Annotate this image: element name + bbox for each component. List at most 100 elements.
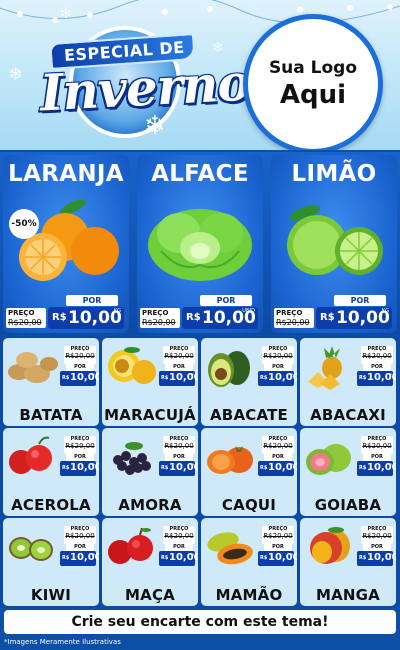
product-card-mamao: PREÇO R$20,00 POR R$ 10,00 KG MAMÃO: [201, 518, 297, 606]
price-tag: POR PREÇO R$20,00 R$ 10,00 KG: [274, 295, 394, 329]
avocado-icon: [208, 351, 250, 387]
unit: KG: [189, 552, 194, 556]
logo-line-2: Aqui: [279, 80, 347, 110]
price-tag: PREÇO R$20,00 POR R$ 10,00 KG: [60, 526, 99, 566]
product-card-manga: PREÇO R$20,00 POR R$ 10,00 KG MANGA: [300, 518, 396, 606]
new-price-box: R$ 10,00 KG: [48, 307, 124, 329]
old-price-box: PREÇO R$20,00: [163, 436, 195, 454]
products-grid: PREÇO R$20,00 POR R$ 10,00 KG BATATA PRE…: [0, 336, 400, 608]
product-card-amora: PREÇO R$20,00 POR R$ 10,00 KG AMORA: [102, 428, 198, 516]
product-card-batata: PREÇO R$20,00 POR R$ 10,00 KG BATATA: [3, 338, 99, 426]
price-tag: PREÇO R$20,00 POR R$ 10,00 KG: [159, 526, 198, 566]
currency: R$: [320, 312, 335, 323]
por-label: POR: [66, 453, 94, 461]
currency: R$: [359, 375, 367, 381]
new-price-box: R$ 10,00 KG: [159, 461, 198, 476]
logo-line-1: Sua Logo: [268, 58, 358, 78]
product-name: LARANJA: [8, 161, 124, 187]
currency: R$: [52, 312, 67, 323]
new-price-box: R$ 10,00 KG: [258, 371, 297, 386]
por-label: POR: [363, 363, 391, 371]
old-price: R$20,00: [164, 352, 194, 360]
currency: R$: [62, 555, 70, 561]
product-card-maca: PREÇO R$20,00 POR R$ 10,00 KG MAÇA: [102, 518, 198, 606]
old-price-box: PREÇO R$20,00: [64, 346, 96, 364]
old-price: R$20,00: [142, 318, 176, 327]
unit: KG: [387, 552, 392, 556]
product-name: MAÇA: [125, 586, 175, 604]
por-label: POR: [363, 543, 391, 551]
old-price-box: PREÇO R$20,00: [64, 526, 96, 544]
old-price-box: PREÇO R$20,00: [6, 308, 46, 328]
preco-label: PREÇO: [276, 309, 303, 317]
unit: KG: [90, 372, 95, 376]
por-label: POR: [334, 295, 386, 306]
persimmon-icon: [207, 446, 253, 474]
currency: R$: [161, 555, 169, 561]
product-name: ACEROLA: [11, 496, 91, 514]
acerola-icon: [9, 436, 52, 474]
por-label: POR: [66, 363, 94, 371]
apple-icon: [108, 527, 153, 564]
old-price: R$20,00: [263, 532, 293, 540]
old-price: R$20,00: [164, 532, 194, 540]
featured-card-limao: LIMÃO POR PREÇO R$20,00 R$ 10,00 KG: [271, 155, 397, 333]
new-price-box: R$ 10,00 KG: [316, 307, 392, 329]
price-tag: PREÇO R$20,00 POR R$ 10,00 KG: [258, 436, 297, 476]
unit: KG: [288, 462, 293, 466]
unit: KG: [189, 462, 194, 466]
unit: KG: [189, 372, 194, 376]
product-name: ALFACE: [151, 161, 249, 187]
featured-card-alface: ALFACE POR PREÇO R$20,00 R$ 10,00 UNID: [137, 155, 263, 333]
lettuce-icon: [148, 209, 252, 281]
price-tag: PREÇO R$20,00 POR R$ 10,00 KG: [60, 346, 99, 386]
old-price-box: PREÇO R$20,00: [361, 346, 393, 364]
old-price: R$20,00: [362, 442, 392, 450]
product-name: MANGA: [315, 586, 380, 604]
price-tag: PREÇO R$20,00 POR R$ 10,00 KG: [357, 526, 396, 566]
unit: KG: [288, 372, 293, 376]
winter-title-badge: ❄ ESPECIAL DE Inverno: [12, 14, 251, 140]
mango-icon: [310, 527, 350, 564]
por-label: POR: [200, 295, 252, 306]
por-label: POR: [66, 295, 118, 306]
old-price-box: PREÇO R$20,00: [64, 436, 96, 454]
new-price-box: R$ 10,00 KG: [357, 371, 396, 386]
price-tag: PREÇO R$20,00 POR R$ 10,00 KG: [357, 436, 396, 476]
unit: KG: [387, 372, 392, 376]
guava-icon: [306, 444, 351, 475]
orange-icon: [19, 199, 119, 281]
old-price-box: PREÇO R$20,00: [262, 346, 294, 364]
featured-section: LARANJA -50% POR PREÇO R$20,00 R$ 10,00 …: [0, 152, 400, 335]
price-tag: PREÇO R$20,00 POR R$ 10,00 KG: [159, 436, 198, 476]
unit: KG: [90, 552, 95, 556]
product-card-goiaba: PREÇO R$20,00 POR R$ 10,00 KG GOIABA: [300, 428, 396, 516]
currency: R$: [260, 375, 268, 381]
currency: R$: [186, 312, 201, 323]
old-price-box: PREÇO R$20,00: [361, 526, 393, 544]
product-name: ABACATE: [210, 406, 288, 424]
currency: R$: [359, 555, 367, 561]
product-card-kiwi: PREÇO R$20,00 POR R$ 10,00 KG KIWI: [3, 518, 99, 606]
por-label: POR: [66, 543, 94, 551]
price-tag: PREÇO R$20,00 POR R$ 10,00 KG: [258, 346, 297, 386]
currency: R$: [62, 375, 70, 381]
title-main: Inverno: [38, 52, 252, 123]
old-price: R$20,00: [263, 352, 293, 360]
header-banner: ✻ ❄ ❄ ❄ ESPECIAL DE Inverno Sua Logo Aqu…: [0, 0, 400, 150]
new-price-box: R$ 10,00 KG: [258, 551, 297, 566]
unit: UNID: [242, 308, 255, 314]
price-tag: PREÇO R$20,00 POR R$ 10,00 KG: [159, 346, 198, 386]
product-name: BATATA: [19, 406, 83, 424]
old-price-box: PREÇO R$20,00: [262, 526, 294, 544]
currency: R$: [62, 465, 70, 471]
currency: R$: [260, 555, 268, 561]
new-price-box: R$ 10,00 KG: [258, 461, 297, 476]
old-price: R$20,00: [65, 532, 95, 540]
old-price-box: PREÇO R$20,00: [140, 308, 180, 328]
old-price: R$20,00: [65, 442, 95, 450]
new-price-box: R$ 10,00 UNID: [182, 307, 258, 329]
unit: KG: [113, 308, 121, 314]
new-price-box: R$ 10,00 KG: [159, 371, 198, 386]
product-card-acerola: PREÇO R$20,00 POR R$ 10,00 KG ACEROLA: [3, 428, 99, 516]
